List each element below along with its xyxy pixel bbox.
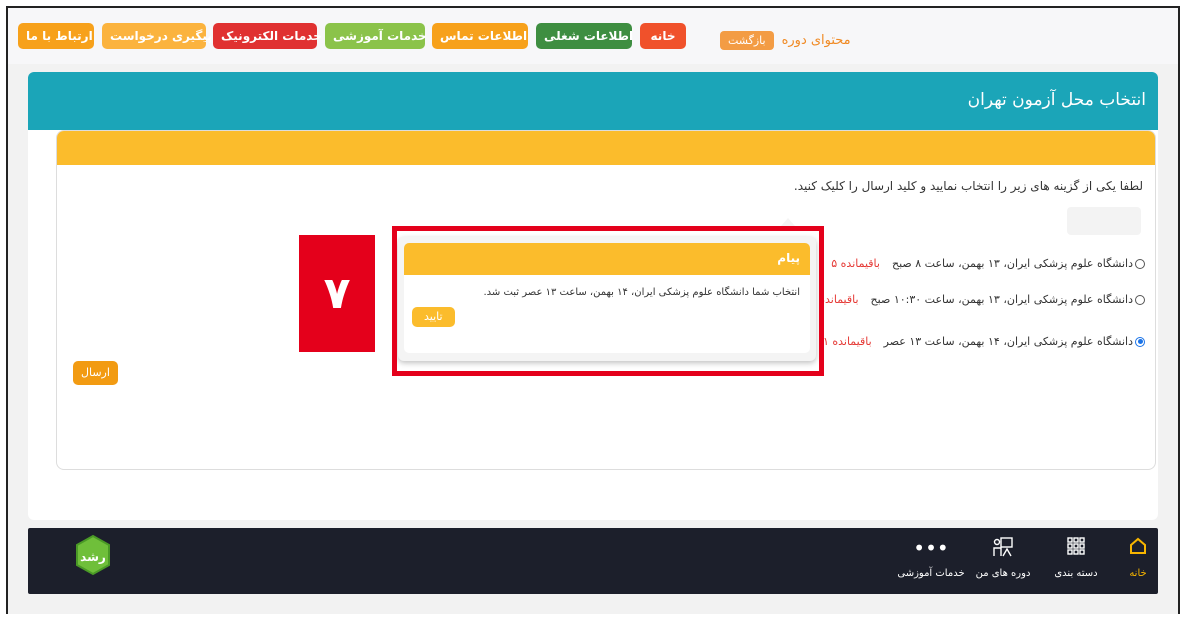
bottom-nav-categories[interactable]: دسته بندی [1048, 536, 1104, 579]
top-navbar: ارتباط با ما پیگیری درخواست خدمات الکترو… [8, 8, 1178, 64]
more-icon: ••• [913, 536, 949, 560]
instruction-text: لطفا یکی از گزینه های زیر را انتخاب نمای… [793, 179, 1143, 193]
options-panel-header [57, 131, 1155, 165]
radio-option-1[interactable] [1135, 258, 1145, 269]
remaining-badge-3: باقیمانده ۱ [822, 335, 872, 348]
nav-e-services-button[interactable]: خدمات الکترونیک [213, 23, 322, 49]
nav-job-info-button[interactable]: اطلاعات شغلی [536, 23, 633, 49]
bottom-nav-edu-services-label: خدمات آموزشی [897, 568, 965, 579]
grid-icon [1048, 536, 1104, 560]
radio-option-3[interactable] [1135, 336, 1145, 347]
option-label-3: دانشگاه علوم پزشکی ایران، ۱۴ بهمن، ساعت … [883, 335, 1133, 348]
nav-home-button[interactable]: خانه [640, 23, 686, 49]
send-button[interactable]: ارسال [73, 361, 118, 385]
remaining-badge-1: باقیمانده ۵ [831, 257, 880, 270]
option-row-3[interactable]: دانشگاه علوم پزشکی ایران، ۱۴ بهمن، ساعت … [823, 335, 1145, 348]
option-row-1[interactable]: دانشگاه علوم پزشکی ایران، ۱۳ بهمن، ساعت … [831, 257, 1145, 270]
breadcrumb: بازگشت محتوای دوره [720, 27, 851, 53]
courses-icon [971, 536, 1035, 560]
bottom-nav-my-courses[interactable]: دوره های من [971, 536, 1035, 579]
bottom-nav-categories-label: دسته بندی [1054, 568, 1098, 579]
page-title: انتخاب محل آزمون تهران [967, 90, 1146, 110]
breadcrumb-title: محتوای دوره [781, 32, 851, 48]
card-header: انتخاب محل آزمون تهران [28, 72, 1158, 130]
back-button[interactable]: بازگشت [720, 30, 774, 50]
step-marker: ۷ [299, 235, 375, 352]
svg-text:رشد: رشد [80, 550, 106, 564]
nav-contact-info-button[interactable]: اطلاعات تماس [432, 23, 528, 49]
bottom-nav-edu-services[interactable]: ••• خدمات آموزشی [896, 536, 966, 579]
dialog-pointer [781, 218, 795, 226]
bottom-navbar: رشد خانه دسته بندی دوره های من ••• خدمات… [28, 528, 1158, 594]
highlight-frame [392, 226, 824, 376]
nav-request-tracking-button[interactable]: پیگیری درخواست [102, 23, 212, 49]
bottom-nav-my-courses-label: دوره های من [975, 568, 1031, 579]
nav-contact-us-button[interactable]: ارتباط با ما [18, 23, 94, 49]
nav-edu-services-button[interactable]: خدمات آموزشی [325, 23, 427, 49]
rooshd-logo: رشد [72, 534, 114, 576]
option-label-2: دانشگاه علوم پزشکی ایران، ۱۳ بهمن، ساعت … [870, 293, 1133, 306]
option-row-2[interactable]: دانشگاه علوم پزشکی ایران، ۱۳ بهمن، ساعت … [810, 293, 1145, 306]
bottom-nav-home[interactable]: خانه [1120, 536, 1156, 579]
home-icon [1120, 536, 1156, 560]
option-label-1: دانشگاه علوم پزشکی ایران، ۱۳ بهمن، ساعت … [891, 257, 1133, 270]
radio-option-2[interactable] [1135, 294, 1145, 305]
placeholder-block [1067, 207, 1141, 235]
bottom-nav-home-label: خانه [1129, 568, 1147, 579]
